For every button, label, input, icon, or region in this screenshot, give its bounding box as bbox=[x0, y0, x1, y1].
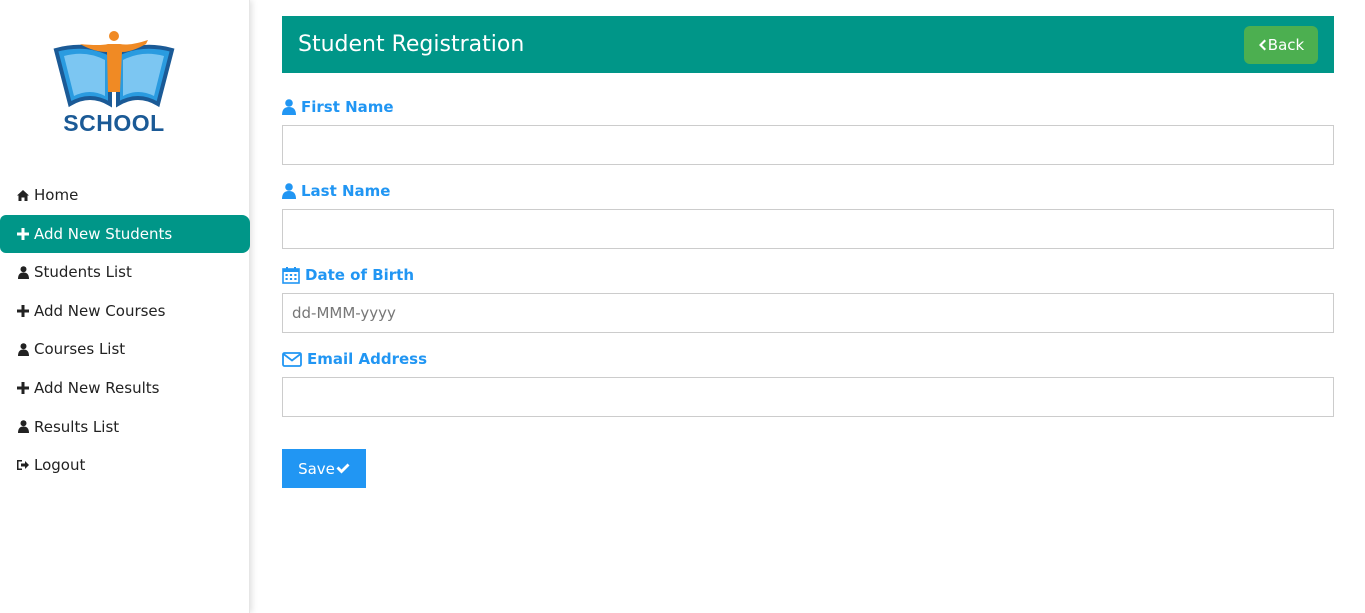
dob-input[interactable] bbox=[282, 293, 1334, 333]
sidebar-item-label: Add New Students bbox=[34, 224, 173, 243]
email-field: Email Address bbox=[282, 347, 1334, 417]
envelope-icon bbox=[282, 351, 302, 367]
user-icon bbox=[16, 420, 30, 434]
page-title: Student Registration bbox=[298, 32, 525, 57]
sidebar-item-add-new-courses[interactable]: Add New Courses bbox=[0, 292, 250, 330]
sidebar-item-label: Add New Courses bbox=[34, 301, 166, 320]
save-button-label: Save bbox=[298, 459, 335, 478]
sidebar-item-label: Courses List bbox=[34, 340, 126, 359]
sidebar-item-label: Logout bbox=[34, 456, 86, 475]
sign-out-icon bbox=[16, 458, 30, 472]
sidebar-item-logout[interactable]: Logout bbox=[0, 446, 250, 484]
back-button-label: Back bbox=[1267, 35, 1305, 54]
sidebar-item-results-list[interactable]: Results List bbox=[0, 408, 250, 446]
home-icon bbox=[16, 188, 30, 202]
calendar-icon bbox=[282, 266, 300, 284]
sidebar-item-label: Home bbox=[34, 186, 79, 204]
user-icon bbox=[282, 183, 296, 199]
user-icon bbox=[16, 265, 30, 279]
plus-icon bbox=[16, 381, 30, 395]
sidebar-item-add-new-results[interactable]: Add New Results bbox=[0, 369, 250, 407]
user-icon bbox=[282, 99, 296, 115]
check-icon bbox=[336, 463, 350, 474]
first-name-input[interactable] bbox=[282, 125, 1334, 165]
first-name-label-text: First Name bbox=[301, 98, 394, 116]
chevron-left-icon bbox=[1258, 39, 1266, 51]
main-content: Student Registration Back First Name Las… bbox=[282, 16, 1334, 488]
logo-text: SCHOOL bbox=[63, 110, 165, 136]
dob-label-text: Date of Birth bbox=[305, 266, 415, 284]
email-input[interactable] bbox=[282, 377, 1334, 417]
last-name-input[interactable] bbox=[282, 209, 1334, 249]
user-icon bbox=[16, 342, 30, 356]
sidebar: SCHOOL Home Add New Students Students Li… bbox=[0, 0, 250, 613]
plus-icon bbox=[16, 304, 30, 318]
panel-header: Student Registration Back bbox=[282, 16, 1334, 73]
first-name-label: First Name bbox=[282, 95, 1334, 119]
dob-field: Date of Birth bbox=[282, 263, 1334, 333]
first-name-field: First Name bbox=[282, 95, 1334, 165]
last-name-field: Last Name bbox=[282, 179, 1334, 249]
sidebar-item-label: Add New Results bbox=[34, 378, 160, 397]
sidebar-nav: Home Add New Students Students List Add … bbox=[0, 176, 250, 485]
email-label: Email Address bbox=[282, 347, 1334, 371]
school-logo-icon bbox=[53, 31, 175, 108]
last-name-label: Last Name bbox=[282, 179, 1334, 203]
dob-label: Date of Birth bbox=[282, 263, 1334, 287]
school-logo: SCHOOL bbox=[50, 30, 180, 140]
save-button[interactable]: Save bbox=[282, 449, 366, 488]
sidebar-item-courses-list[interactable]: Courses List bbox=[0, 330, 250, 368]
sidebar-item-students-list[interactable]: Students List bbox=[0, 253, 250, 291]
sidebar-item-label: Students List bbox=[34, 263, 132, 282]
sidebar-item-home[interactable]: Home bbox=[0, 176, 250, 214]
last-name-label-text: Last Name bbox=[301, 182, 391, 200]
sidebar-item-add-new-students[interactable]: Add New Students bbox=[0, 214, 250, 253]
back-button[interactable]: Back bbox=[1244, 25, 1318, 64]
plus-icon bbox=[16, 227, 30, 241]
email-label-text: Email Address bbox=[307, 350, 428, 368]
sidebar-item-label: Results List bbox=[34, 417, 120, 436]
